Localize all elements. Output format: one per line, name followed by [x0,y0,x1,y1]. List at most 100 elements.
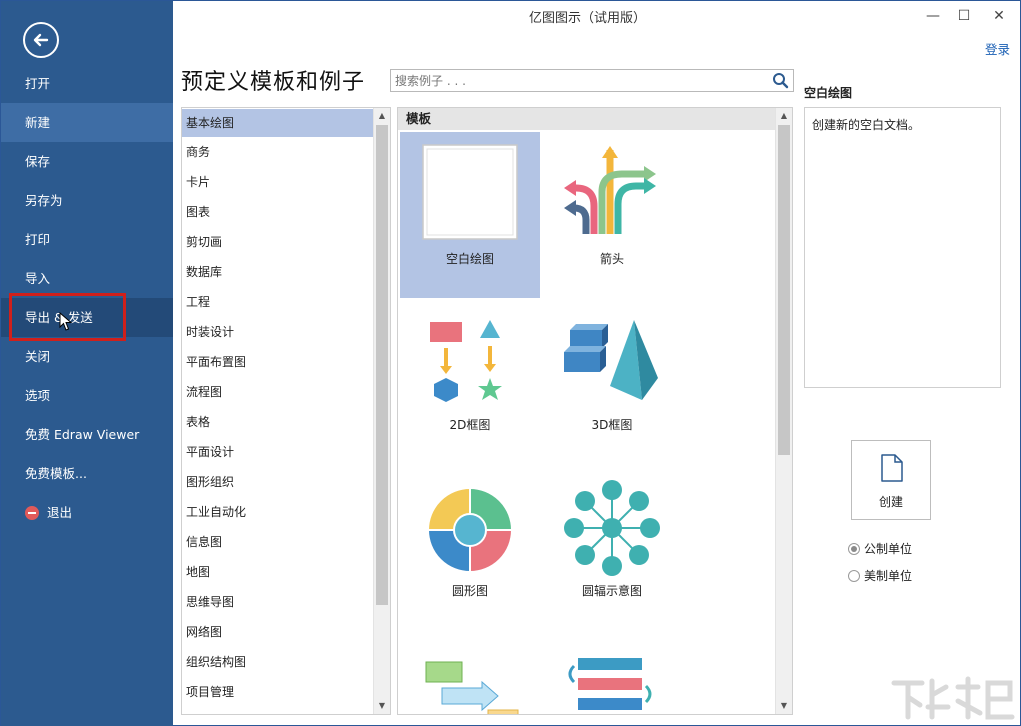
category-item[interactable]: 卡片 [182,167,374,197]
template-tile-2d-block[interactable]: 2D框图 [400,298,540,464]
menu-item-import[interactable]: 导入 [1,259,173,298]
category-item[interactable]: 剪切画 [182,227,374,257]
template-tile-radial-diagram[interactable]: 圆辐示意图 [542,464,682,630]
category-item[interactable]: 数据库 [182,257,374,287]
category-item[interactable]: 时装设计 [182,317,374,347]
menu-item-label: 导入 [25,271,51,286]
menu-item-close[interactable]: 关闭 [1,337,173,376]
menu-item-label: 另存为 [25,193,63,208]
menu-item-free-templates[interactable]: 免费模板... [1,454,173,493]
maximize-button[interactable]: ☐ [948,5,980,29]
watermark-logo [891,676,1015,720]
3d-block-icon [564,320,658,400]
category-item[interactable]: 图表 [182,197,374,227]
login-link[interactable]: 登录 [985,39,1010,58]
circle-chart-icon [427,487,513,573]
backstage-sidebar: 打开 新建 保存 另存为 打印 导入 导出 & 发送 关闭 选项 免费 Edra… [1,1,173,726]
template-tile-3d-block[interactable]: 3D框图 [542,298,682,464]
category-item[interactable]: 工程 [182,287,374,317]
category-item[interactable]: 图形组织 [182,467,374,497]
create-button[interactable]: 创建 [851,440,931,520]
radio-label: 美制单位 [864,569,913,583]
category-item[interactable]: 基本绘图 [182,109,374,137]
search-input[interactable] [391,70,761,91]
template-tile-blank[interactable]: 空白绘图 [400,132,540,298]
menu-item-export-send[interactable]: 导出 & 发送 [1,298,173,337]
radio-checked-icon [848,542,860,555]
info-description-box: 创建新的空白文档。 [804,107,1001,388]
category-item[interactable]: 信息图 [182,527,374,557]
menu-item-label: 免费 Edraw Viewer [25,427,140,442]
category-item[interactable]: 表格 [182,407,374,437]
category-item[interactable]: 组织结构图 [182,647,374,677]
radio-unchecked-icon [848,569,860,582]
template-tile-arrows[interactable]: 箭头 [542,132,682,298]
list-preview-icon [568,658,652,710]
back-button[interactable] [23,22,59,58]
create-button-label: 创建 [878,495,903,509]
menu-item-label: 退出 [47,505,73,520]
gallery-scrollbar[interactable]: ▲ ▼ [775,108,792,714]
unit-radio-us[interactable]: 美制单位 [848,567,912,584]
flowchart-preview-icon [425,661,519,714]
category-item[interactable]: 网络图 [182,617,374,647]
window-title-bar: 亿图图示（试用版） [173,1,1021,37]
radio-label: 公制单位 [864,542,913,556]
template-label: 2D框图 [449,418,491,432]
template-label: 圆形图 [451,584,488,598]
app-window: 打开 新建 保存 另存为 打印 导入 导出 & 发送 关闭 选项 免费 Edra… [0,0,1021,726]
search-icon[interactable] [772,72,789,89]
backstage-menu: 打开 新建 保存 另存为 打印 导入 导出 & 发送 关闭 选项 免费 Edra… [1,64,173,532]
menu-item-save-as[interactable]: 另存为 [1,181,173,220]
category-item[interactable]: 思维导图 [182,587,374,617]
window-title: 亿图图示（试用版） [528,11,646,26]
category-item[interactable]: 工业自动化 [182,497,374,527]
menu-item-exit[interactable]: 退出 [1,493,173,532]
arrows-icon [564,146,656,234]
menu-item-print[interactable]: 打印 [1,220,173,259]
category-item[interactable]: 地图 [182,557,374,587]
menu-item-label: 新建 [25,115,51,130]
scroll-up-icon[interactable]: ▲ [374,108,390,124]
radial-diagram-icon [564,480,660,576]
blank-drawing-icon [422,144,518,240]
scroll-thumb[interactable] [376,125,388,605]
info-description: 创建新的空白文档。 [812,118,921,132]
category-item[interactable]: 商务 [182,137,374,167]
search-box [390,69,794,92]
scroll-thumb[interactable] [778,125,790,455]
close-button[interactable]: ✕ [983,5,1015,29]
menu-item-new[interactable]: 新建 [1,103,173,142]
mouse-cursor-icon [59,312,73,331]
scroll-up-icon[interactable]: ▲ [776,108,792,124]
menu-item-options[interactable]: 选项 [1,376,173,415]
menu-item-free-viewer[interactable]: 免费 Edraw Viewer [1,415,173,454]
new-document-icon [881,454,903,482]
menu-item-label: 免费模板... [25,466,87,481]
scroll-down-icon[interactable]: ▼ [374,698,390,714]
page-title: 预定义模板和例子 [181,70,366,95]
category-item[interactable]: 流程图 [182,377,374,407]
category-item[interactable]: 平面设计 [182,437,374,467]
minimize-button[interactable]: — [917,5,949,29]
category-item[interactable]: 平面布置图 [182,347,374,377]
2d-block-icon [430,320,502,402]
menu-item-save[interactable]: 保存 [1,142,173,181]
category-scrollbar[interactable]: ▲ ▼ [373,108,390,714]
template-label: 箭头 [599,252,624,266]
menu-item-open[interactable]: 打开 [1,64,173,103]
unit-radio-metric[interactable]: 公制单位 [848,540,912,557]
scroll-down-icon[interactable]: ▼ [776,698,792,714]
template-label: 3D框图 [591,418,633,432]
menu-item-label: 选项 [25,388,51,403]
info-title: 空白绘图 [804,86,853,100]
template-gallery: 模板 空白绘图 箭头 2D框图 3D框图 圆形图 圆辐示意图 ▲ ▼ [397,107,793,715]
category-list: 基本绘图 商务 卡片 图表 剪切画 数据库 工程 时装设计 平面布置图 流程图 表格 平面设计 图形组织… [182,108,374,707]
menu-item-label: 保存 [25,154,51,169]
gallery-header: 模板 [398,108,776,130]
template-tile-circle-chart[interactable]: 圆形图 [400,464,540,630]
menu-item-label: 打印 [25,232,51,247]
back-arrow-icon [33,33,49,47]
category-item[interactable]: 项目管理 [182,677,374,707]
menu-item-label: 打开 [25,76,51,91]
